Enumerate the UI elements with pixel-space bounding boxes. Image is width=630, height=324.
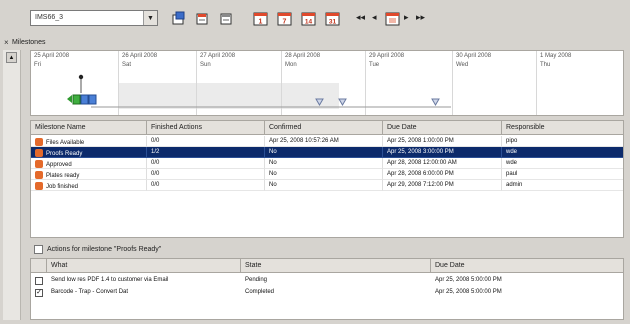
column-header-due-date[interactable]: Due Date [383,121,502,135]
action-checkbox-checked[interactable]: ✓ [35,289,43,297]
milestone-marker-icon [67,94,97,105]
responsible-cell: wde [502,147,623,158]
action-state: Completed [245,289,275,295]
view-31-day-label: 31 [329,19,337,26]
finished-actions-cell: 0/0 [147,180,265,191]
milestone-name: Plates ready [46,173,80,179]
milestone-icon [35,182,43,190]
new-milestone-button[interactable] [170,10,187,27]
calendar-day-icon: 1 [253,12,268,26]
milestone-timeline[interactable]: 25 April 2008 Fri 26 April 2008 Sat 27 A… [30,50,624,116]
calendar-month-icon: 31 [325,12,340,26]
responsible-cell: admin [502,180,623,191]
actions-panel-icon [34,245,43,254]
action-due-date: Apr 25, 2008 5:00:00 PM [435,277,502,283]
table-row-selected[interactable]: Proofs Ready 1/2 No Apr 25, 2008 3:00:00… [31,147,623,158]
scroll-up-button[interactable]: ▲ [6,52,17,63]
action-what: Send low res PDF 1.4 to customer via Ema… [51,277,169,283]
column-header-confirmed[interactable]: Confirmed [265,121,383,135]
job-combo-box[interactable]: IMS66_3 ▼ [30,10,158,26]
close-icon[interactable]: × [4,38,9,47]
finished-actions-cell: 0/0 [147,158,265,169]
toolbar: IMS66_3 ▼ 1 7 14 31 ◂◂ ◂ ▸ ▸▸ [0,0,630,36]
actions-panel: Actions for milestone "Proofs Ready" Wha… [30,240,624,322]
confirmed-cell: No [265,180,383,191]
left-splitter[interactable]: ▲ [3,50,21,320]
view-1-day-button[interactable]: 1 [252,10,269,27]
milestones-table: Milestone Name Finished Actions Confirme… [30,120,624,238]
checkmark-icon: ✓ [36,289,42,296]
chevron-up-icon: ▲ [8,54,15,61]
nav-first-button[interactable]: ◂◂ [356,13,365,22]
confirmed-cell: No [265,158,383,169]
today-icon [385,12,400,26]
table-row[interactable]: Approved 0/0 No Apr 28, 2008 12:00:00 AM… [31,158,623,169]
column-header-milestone-name[interactable]: Milestone Name [31,121,147,135]
milestone-name: Job finished [46,184,79,190]
view-7-day-button[interactable]: 7 [276,10,293,27]
due-date-cell: Apr 29, 2008 7:12:00 PM [383,180,502,191]
milestone-name: Proofs Ready [46,151,83,157]
milestones-panel-header: × Milestones [0,38,630,48]
due-date-cell: Apr 25, 2008 3:00:00 PM [383,147,502,158]
nav-next-button[interactable]: ▸ [404,13,409,22]
table-row[interactable]: Job finished 0/0 No Apr 29, 2008 7:12:00… [31,180,623,191]
milestone-icon [35,171,43,179]
due-date-cell: Apr 25, 2008 1:00:00 PM [383,136,502,147]
finished-actions-cell: 0/0 [147,136,265,147]
due-date-cell: Apr 28, 2008 6:00:00 PM [383,169,502,180]
column-header-check[interactable] [31,259,47,273]
action-what: Barcode - Trap - Convert Dat [51,289,129,295]
finished-actions-cell: 0/0 [147,169,265,180]
confirmed-cell: No [265,147,383,158]
milestone-icon [35,160,43,168]
edit-milestone-button[interactable] [194,10,211,27]
combo-dropdown-button[interactable]: ▼ [143,11,157,25]
delete-milestone-button[interactable] [218,10,235,27]
chevron-down-icon: ▼ [147,14,154,22]
timeline-markers [67,74,451,108]
delete-milestone-icon [220,13,232,25]
finished-actions-cell: 1/2 [147,147,265,158]
milestone-icon [35,149,43,157]
view-14-day-label: 14 [305,19,313,26]
calendar-2week-icon: 14 [301,12,316,26]
confirmed-cell: No [265,169,383,180]
today-button[interactable] [384,10,401,27]
milestones-panel-title: Milestones [12,39,46,46]
view-31-day-button[interactable]: 31 [324,10,341,27]
table-row[interactable]: Files Available 0/0 Apr 25, 2008 10:57:2… [31,136,623,147]
table-row[interactable]: Plates ready 0/0 No Apr 28, 2008 6:00:00… [31,169,623,180]
responsible-cell: pipo [502,136,623,147]
view-14-day-button[interactable]: 14 [300,10,317,27]
action-state: Pending [245,277,268,283]
milestone-name: Files Available [46,140,85,146]
view-7-day-label: 7 [283,19,287,26]
action-due-date: Apr 25, 2008 5:00:00 PM [435,289,502,295]
table-row[interactable]: ✓ Barcode - Trap - Convert Dat Completed… [31,286,623,298]
job-combo-value: IMS66_3 [35,14,64,21]
table-row[interactable]: Send low res PDF 1.4 to customer via Ema… [31,274,623,286]
confirmed-cell: Apr 25, 2008 10:57:26 AM [265,136,383,147]
edit-milestone-icon [196,13,208,25]
column-header-what[interactable]: What [47,259,241,273]
column-header-finished-actions[interactable]: Finished Actions [147,121,265,135]
new-milestone-icon [172,11,185,25]
responsible-cell: paul [502,169,623,180]
column-header-responsible[interactable]: Responsible [502,121,623,135]
milestone-icon [35,138,43,146]
view-1-day-label: 1 [259,19,263,26]
nav-previous-button[interactable]: ◂ [372,13,377,22]
responsible-cell: wde [502,158,623,169]
column-header-state[interactable]: State [241,259,431,273]
actions-panel-title: Actions for milestone "Proofs Ready" [47,246,162,253]
nav-last-button[interactable]: ▸▸ [416,13,425,22]
milestone-name: Approved [46,162,72,168]
actions-table: What State Due Date Send low res PDF 1.4… [30,258,624,320]
column-header-due-date[interactable]: Due Date [431,259,623,273]
calendar-week-icon: 7 [277,12,292,26]
action-checkbox[interactable] [35,277,43,285]
due-date-cell: Apr 28, 2008 12:00:00 AM [383,158,502,169]
